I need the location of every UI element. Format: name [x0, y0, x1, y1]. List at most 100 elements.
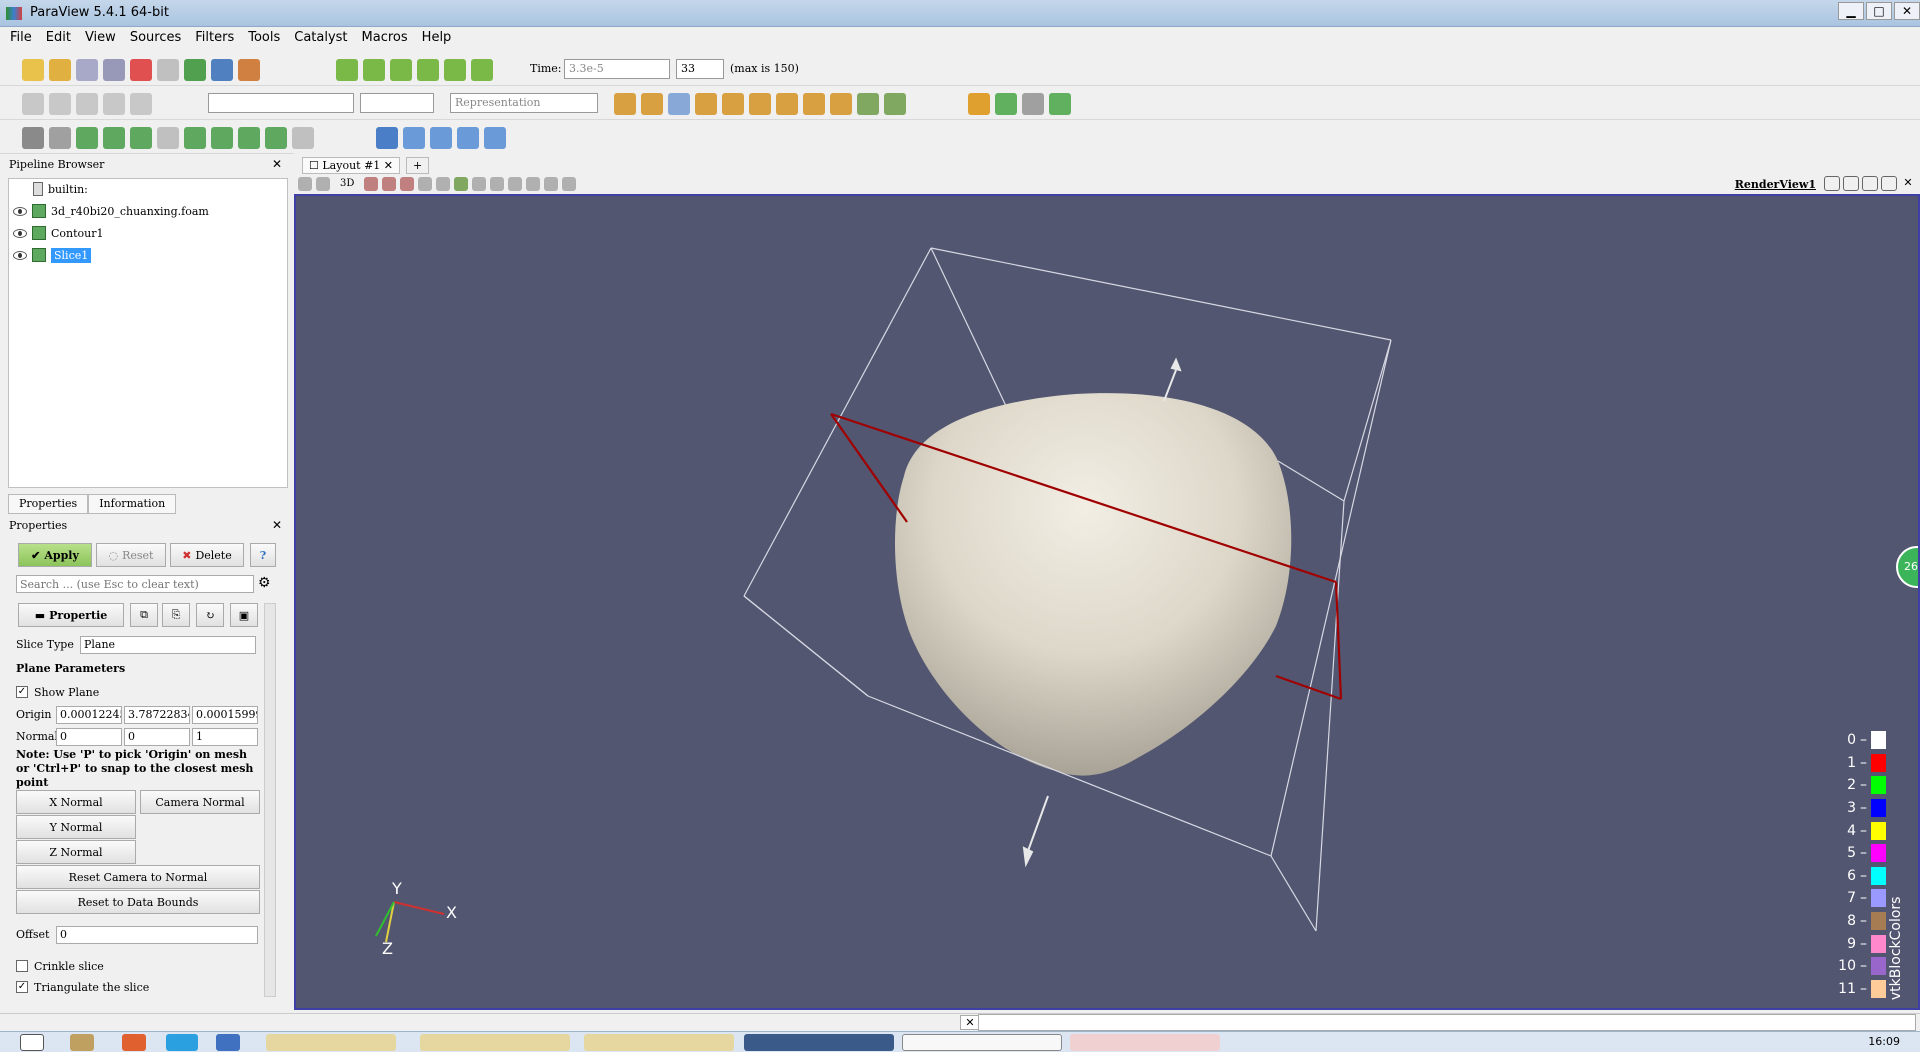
tab-information[interactable]: Information: [88, 494, 177, 514]
next-frame-icon[interactable]: [417, 59, 439, 81]
menu-filters[interactable]: Filters: [195, 30, 234, 45]
render-viewport[interactable]: Y X Z 0–1–2–3–4–5–6–7–8–9–10–11– vtkBloc…: [294, 194, 1920, 1010]
taskbar-folder-window-2[interactable]: [420, 1034, 570, 1051]
reset-camera-to-normal-button[interactable]: Reset Camera to Normal: [16, 865, 260, 889]
component-select[interactable]: [360, 93, 434, 113]
copy-icon[interactable]: ⧉: [130, 603, 158, 627]
origin-z-input[interactable]: 0.00015999:: [192, 706, 258, 724]
offset-input[interactable]: 0: [56, 926, 258, 944]
pick-center-icon[interactable]: [1022, 93, 1044, 115]
properties-search-input[interactable]: [16, 575, 254, 593]
group-datasets-icon[interactable]: [265, 127, 287, 149]
taskbar-explorer-icon[interactable]: [70, 1034, 94, 1051]
close-button[interactable]: ✕: [1894, 2, 1920, 20]
menu-edit[interactable]: Edit: [46, 30, 71, 45]
rotate-minus-90-icon[interactable]: [884, 93, 906, 115]
camera-undo-icon[interactable]: [316, 177, 330, 191]
taskbar-app-icon[interactable]: [20, 1034, 44, 1051]
zoom-box-icon[interactable]: [668, 93, 690, 115]
variable-select[interactable]: [208, 93, 354, 113]
restore-defaults-icon[interactable]: ↻: [196, 603, 224, 627]
disconnect-icon[interactable]: [211, 59, 233, 81]
angle-icon[interactable]: [103, 93, 125, 115]
menu-help[interactable]: Help: [422, 30, 452, 45]
minimize-button[interactable]: ▁: [1838, 2, 1864, 20]
close-tab-icon[interactable]: ✕: [384, 159, 393, 172]
select-frustum-points-icon[interactable]: [418, 177, 432, 191]
view-minus-y-icon[interactable]: [776, 93, 798, 115]
maximize-view-icon[interactable]: [1862, 176, 1878, 191]
menu-tools[interactable]: Tools: [248, 30, 280, 45]
extract-subset-icon[interactable]: [157, 127, 179, 149]
capture-icon[interactable]: [298, 177, 312, 191]
select-points-icon[interactable]: [403, 127, 425, 149]
taskbar-ie-icon[interactable]: [216, 1034, 240, 1051]
pipeline-item-slice1[interactable]: Slice1: [13, 245, 92, 265]
taskbar-paraview-window[interactable]: [902, 1034, 1062, 1051]
view-minus-x-icon[interactable]: [722, 93, 744, 115]
undo-icon[interactable]: [130, 59, 152, 81]
timestep-spinbox[interactable]: 33: [676, 59, 724, 79]
tab-properties[interactable]: Properties: [8, 494, 89, 514]
delete-button[interactable]: ✖ Delete: [170, 543, 244, 567]
slice-icon[interactable]: [103, 127, 125, 149]
load-state-icon[interactable]: [103, 59, 125, 81]
float-view-icon[interactable]: [1881, 176, 1897, 191]
crinkle-slice-checkbox[interactable]: [16, 960, 28, 972]
triangulate-checkbox[interactable]: ✓: [16, 981, 28, 993]
apply-button[interactable]: ✔ Apply: [18, 543, 92, 567]
menu-sources[interactable]: Sources: [130, 30, 181, 45]
grow-selection-icon[interactable]: [526, 177, 540, 191]
render-view-name[interactable]: RenderView1: [1735, 178, 1816, 191]
help-button[interactable]: ?: [250, 543, 276, 567]
play-icon[interactable]: [390, 59, 412, 81]
select-surface-points-icon[interactable]: [382, 177, 396, 191]
taskbar-folder-window-3[interactable]: [584, 1034, 734, 1051]
menu-file[interactable]: File: [10, 30, 32, 45]
reset-camera-icon[interactable]: [614, 93, 636, 115]
taskbar-folder-window[interactable]: [266, 1034, 396, 1051]
scale-icon[interactable]: [130, 93, 152, 115]
panel-close-icon[interactable]: ✕: [272, 518, 282, 532]
clip-icon[interactable]: [49, 127, 71, 149]
output-close-icon[interactable]: ✕: [960, 1015, 980, 1030]
glyph-filter-icon[interactable]: [184, 127, 206, 149]
pipeline-item-contour1[interactable]: Contour1: [13, 223, 104, 243]
open-folder-icon[interactable]: [49, 59, 71, 81]
select-surface-cells-icon[interactable]: [364, 177, 378, 191]
connect-icon[interactable]: [184, 59, 206, 81]
close-view-icon[interactable]: ✕: [1900, 176, 1916, 191]
origin-x-input[interactable]: 0.00012245!: [56, 706, 122, 724]
stream-tracer-icon[interactable]: [211, 127, 233, 149]
previous-frame-icon[interactable]: [363, 59, 385, 81]
console-input[interactable]: [978, 1014, 1916, 1031]
taskbar-terminal-window[interactable]: [744, 1034, 894, 1051]
taskbar-chat-icon[interactable]: [166, 1034, 198, 1051]
menu-view[interactable]: View: [85, 30, 116, 45]
split-horizontal-icon[interactable]: [1824, 176, 1840, 191]
select-blocks-icon[interactable]: [454, 177, 468, 191]
gear-icon[interactable]: ⚙: [258, 575, 271, 591]
contour-icon[interactable]: [76, 127, 98, 149]
panel-close-icon[interactable]: ✕: [272, 157, 282, 171]
3d-mode-toggle[interactable]: 3D: [340, 178, 354, 189]
taskbar-browser-icon[interactable]: [122, 1034, 146, 1051]
menu-macros[interactable]: Macros: [362, 30, 408, 45]
pipeline-item-foam[interactable]: 3d_r40bi20_chuanxing.foam: [13, 201, 209, 221]
rotate-plus-90-icon[interactable]: [857, 93, 879, 115]
show-plane-checkbox[interactable]: ✓: [16, 686, 28, 698]
extract-level-icon[interactable]: [292, 127, 314, 149]
z-normal-button[interactable]: Z Normal: [16, 840, 136, 864]
select-block-icon[interactable]: [457, 127, 479, 149]
redo-icon[interactable]: [157, 59, 179, 81]
view-plus-x-icon[interactable]: [695, 93, 717, 115]
select-frustum-cells-icon[interactable]: [400, 177, 414, 191]
visibility-eye-icon[interactable]: [13, 228, 27, 238]
paste-icon[interactable]: ⎘: [162, 603, 190, 627]
pipeline-item-builtin[interactable]: builtin:: [33, 179, 88, 199]
first-frame-icon[interactable]: [336, 59, 358, 81]
visibility-eye-icon[interactable]: [13, 250, 27, 260]
view-plus-z-icon[interactable]: [803, 93, 825, 115]
last-frame-icon[interactable]: [444, 59, 466, 81]
calculator-icon[interactable]: [22, 127, 44, 149]
